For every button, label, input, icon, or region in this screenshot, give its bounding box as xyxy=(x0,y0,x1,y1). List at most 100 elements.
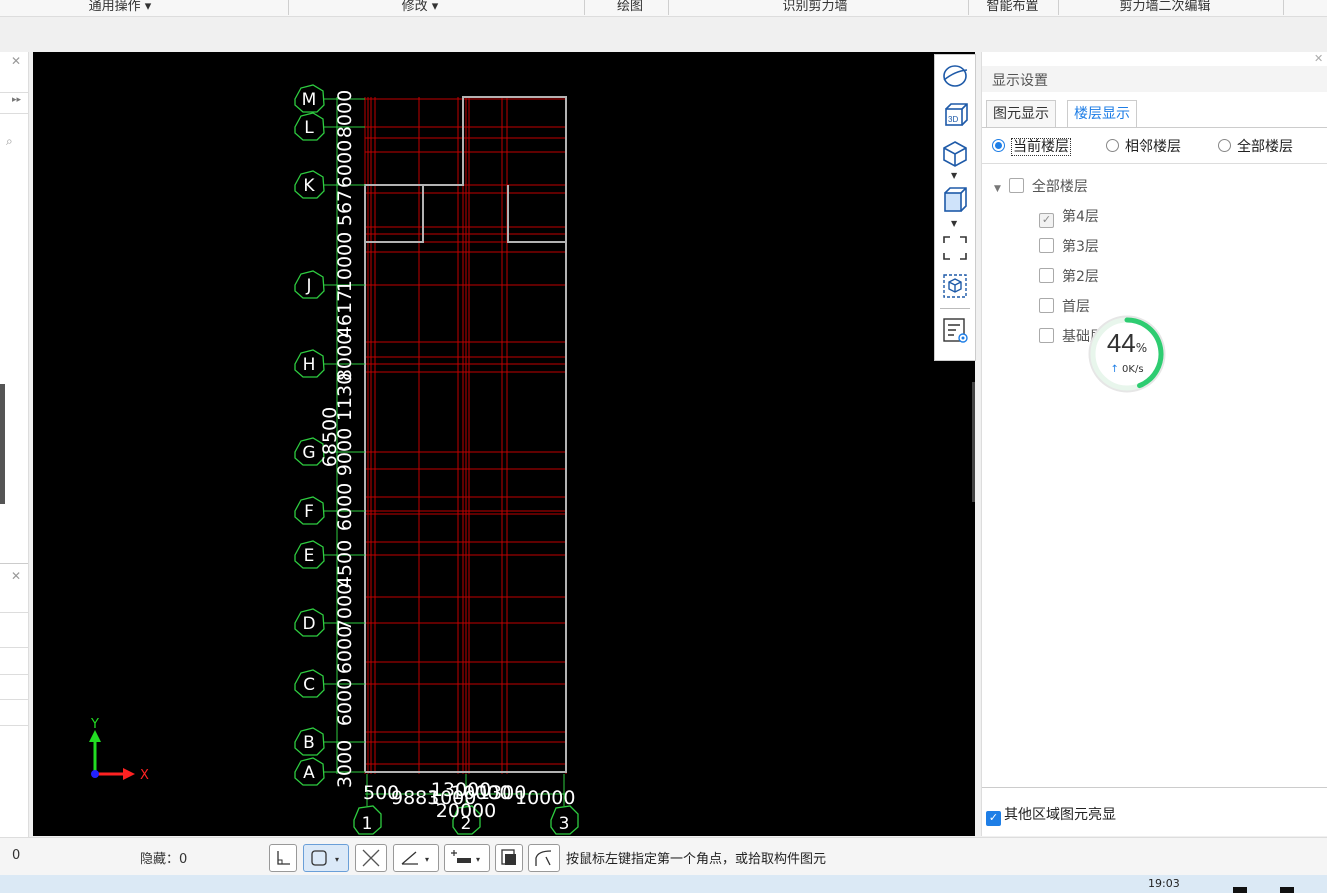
close-icon[interactable]: ✕ xyxy=(1314,52,1323,65)
radio-adjacent-floor[interactable]: 相邻楼层 xyxy=(1106,136,1181,156)
dimension-label: 6000 xyxy=(334,483,356,531)
floor-label: 第4层 xyxy=(1062,209,1099,225)
display-settings-icon[interactable] xyxy=(940,315,970,345)
origin-dot xyxy=(91,770,99,778)
arc-button[interactable] xyxy=(528,844,560,872)
x-arrowhead xyxy=(123,768,135,780)
ribbon-group-draw[interactable]: 绘图 xyxy=(600,0,660,15)
radio-current-floor[interactable]: 当前楼层 xyxy=(992,136,1071,156)
splitter-handle[interactable] xyxy=(0,384,5,504)
coordinate-axes-icon: YX xyxy=(89,717,149,783)
display-settings-panel: ✕ 显示设置 图元显示 楼层显示 当前楼层 相邻楼层 全部楼层 ▼ 全部楼层 ✓ 第… xyxy=(981,52,1327,836)
dimension-label: 7000 xyxy=(334,583,356,631)
close-icon[interactable]: ✕ xyxy=(11,569,21,583)
y-axis-label: Y xyxy=(90,717,99,732)
axis-label-text: 1 xyxy=(362,814,373,834)
x-axis-label: X xyxy=(140,768,149,783)
ribbon-group-general[interactable]: 通用操作 ▾ xyxy=(60,0,180,15)
list-item[interactable] xyxy=(0,647,28,675)
dimension-total-label: 68500 xyxy=(319,407,341,467)
dimension-label: 8000 xyxy=(334,90,356,138)
dimension-label: 6000 xyxy=(334,678,356,726)
divider xyxy=(982,787,1327,788)
divider xyxy=(982,127,1327,128)
axis-label-text: E xyxy=(304,546,315,566)
other-area-highlight-checkbox[interactable]: ✓ 其他区域图元亮显 xyxy=(986,804,1116,826)
drawing-canvas[interactable]: MLKJHGFEDCBA123 3000 6000 6000 7000 4500 6000… xyxy=(33,52,975,836)
floor-item[interactable]: 第2层 xyxy=(1039,266,1099,286)
offset-button[interactable]: ▾ xyxy=(444,844,490,872)
arc-icon xyxy=(535,850,552,866)
cube-3d-icon[interactable]: 3D xyxy=(940,101,970,131)
close-icon[interactable]: ✕ xyxy=(11,54,21,68)
tab-floor-display[interactable]: 楼层显示 xyxy=(1067,100,1137,128)
checkbox[interactable] xyxy=(1039,328,1054,343)
floor-label: 首层 xyxy=(1062,299,1090,315)
ribbon-group-smart-layout[interactable]: 智能布置 xyxy=(975,0,1050,15)
axis-label-text: M xyxy=(302,90,317,110)
offset-icon: ▾ xyxy=(451,850,480,864)
panel-toolbar: ▸▸ xyxy=(0,92,28,114)
radio-indicator xyxy=(992,139,1005,152)
ribbon-group-identify-shearwall[interactable]: 识别剪力墙 xyxy=(740,0,890,15)
checkbox[interactable] xyxy=(1039,238,1054,253)
expand-icon[interactable]: ▸▸ xyxy=(12,95,21,105)
chevron-down-icon[interactable]: ▼ xyxy=(951,219,957,228)
clock: 19:03 xyxy=(1148,877,1180,890)
network-speed-widget[interactable]: 44% ↑ 0K/s xyxy=(1087,314,1167,394)
floor-item[interactable]: ✓ 第4层 xyxy=(1039,206,1099,228)
view-cube-icon[interactable] xyxy=(940,139,970,169)
chevron-down-icon[interactable]: ▼ xyxy=(951,171,957,180)
properties-button[interactable] xyxy=(495,844,523,872)
radio-all-floors[interactable]: 全部楼层 xyxy=(1218,136,1293,156)
status-bar: 0 隐藏：0 ▾ ▾ ▾ 按鼠标左键指定第一个角点，或拾取构件图元 xyxy=(0,837,1327,876)
snap-button[interactable]: ▾ xyxy=(303,844,349,872)
checkbox[interactable] xyxy=(1008,178,1024,193)
dimension-label: 8000 xyxy=(334,333,356,381)
view-toolbar: 3D ▼ ▼ xyxy=(934,54,976,361)
tree-root-all-floors[interactable]: ▼ 全部楼层 xyxy=(994,176,1088,196)
checkbox-checked-icon[interactable]: ✓ xyxy=(986,811,1001,826)
tray-icon[interactable] xyxy=(1233,887,1247,893)
floor-label: 第3层 xyxy=(1062,239,1099,255)
ribbon-separator xyxy=(288,0,289,15)
hidden-count: 隐藏：0 xyxy=(140,852,188,867)
dynamic-input-button[interactable] xyxy=(355,844,387,872)
ortho-button[interactable] xyxy=(269,844,297,872)
search-icon[interactable]: ⌕ xyxy=(6,134,13,149)
ribbon-separator xyxy=(584,0,585,15)
svg-text:▾: ▾ xyxy=(476,855,480,864)
chevron-down-icon[interactable]: ▼ xyxy=(994,184,1001,194)
orbit-icon[interactable] xyxy=(940,61,970,91)
axis-label-text: H xyxy=(303,355,316,375)
splitter-handle[interactable] xyxy=(972,382,975,502)
divider xyxy=(0,563,28,564)
dimension-label: 10000 xyxy=(515,787,575,809)
floor-item[interactable]: 第3层 xyxy=(1039,236,1099,256)
tray-icon[interactable] xyxy=(1280,887,1294,893)
angle-icon: ▾ xyxy=(401,851,429,865)
ribbon-group-modify[interactable]: 修改 ▾ xyxy=(370,0,470,15)
list-item[interactable] xyxy=(0,673,28,700)
tab-element-display[interactable]: 图元显示 xyxy=(986,100,1056,128)
checkbox[interactable] xyxy=(1039,268,1054,283)
radio-label: 当前楼层 xyxy=(1011,138,1071,156)
divider xyxy=(940,308,970,309)
floor-item[interactable]: 首层 xyxy=(1039,296,1090,316)
axis-label-text: F xyxy=(304,502,314,522)
box-icon[interactable] xyxy=(940,185,970,215)
ribbon-group-shearwall-edit[interactable]: 剪力墙二次编辑 xyxy=(1100,0,1230,15)
radio-indicator xyxy=(1218,139,1231,152)
checkbox-checked-icon[interactable]: ✓ xyxy=(1039,213,1054,228)
angle-button[interactable]: ▾ xyxy=(393,844,439,872)
list-item[interactable] xyxy=(0,699,28,726)
axis-label-text: L xyxy=(304,118,314,138)
dimension-label: 6000 xyxy=(334,140,356,188)
select-view-icon[interactable] xyxy=(940,271,970,301)
floor-plan-drawing[interactable]: MLKJHGFEDCBA1 2 3 300060006000700045006000… xyxy=(33,52,975,836)
dimension-label: 3000 xyxy=(334,740,356,788)
checkbox[interactable] xyxy=(1039,298,1054,313)
panel-title: 显示设置 xyxy=(992,73,1048,89)
fit-view-icon[interactable] xyxy=(940,233,970,263)
wall-segment xyxy=(365,185,424,243)
